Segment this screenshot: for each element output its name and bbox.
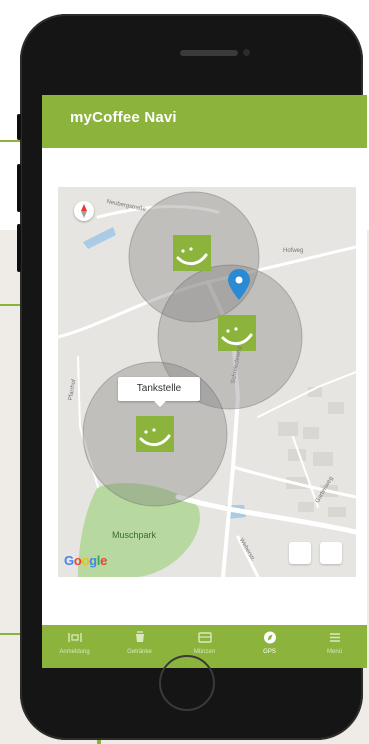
google-letter: g: [89, 553, 97, 568]
mute-switch: [17, 114, 21, 140]
map-view[interactable]: Neubergstraße Hofweg Pfarrhof Schmiedewe…: [58, 187, 356, 577]
volume-up-button: [17, 164, 21, 212]
id-card-icon: [67, 633, 82, 642]
nav-label: GPS: [263, 649, 276, 655]
nav-label: Getränke: [127, 649, 152, 655]
cup-icon: [135, 631, 144, 642]
app-bar: myCoffee Navi: [42, 95, 367, 148]
compass-icon: [263, 631, 276, 644]
google-letter: o: [81, 553, 90, 568]
app-title: myCoffee Navi: [70, 109, 177, 126]
nav-item-anmeldung[interactable]: Anmeldung: [42, 625, 107, 668]
marker-info-label[interactable]: Tankstelle: [118, 377, 200, 407]
compass-icon[interactable]: [74, 201, 94, 221]
earpiece-speaker: [180, 50, 238, 56]
nav-label: Menü: [326, 649, 342, 655]
buildings: [278, 387, 346, 517]
volume-down-button: [17, 224, 21, 272]
map-canvas: [58, 191, 356, 577]
nav-label: Anmeldung: [59, 649, 90, 655]
nav-item-getraenke[interactable]: Getränke: [107, 625, 172, 668]
front-camera: [243, 49, 250, 56]
menu-icon: [329, 633, 340, 642]
wallet-icon: [197, 632, 212, 643]
coffee-marker-3[interactable]: [136, 416, 174, 452]
street-label: Hofweg: [283, 248, 304, 254]
google-letter: e: [100, 553, 108, 568]
coffee-marker-1[interactable]: [173, 235, 211, 271]
google-logo: Google: [64, 553, 107, 568]
park-label: Muschpark: [112, 530, 157, 540]
open-in-maps-button[interactable]: [320, 542, 342, 564]
directions-button[interactable]: [289, 542, 311, 564]
nav-item-menu[interactable]: Menü: [302, 625, 367, 668]
nav-item-gps[interactable]: GPS: [237, 625, 302, 668]
google-letter: G: [64, 553, 74, 568]
home-button[interactable]: [159, 655, 215, 711]
app-screen: myCoffee Navi Neubergstraße Hofweg Pfarr…: [42, 95, 367, 668]
nav-label: Münzen: [193, 649, 216, 655]
water-body: [83, 227, 116, 249]
